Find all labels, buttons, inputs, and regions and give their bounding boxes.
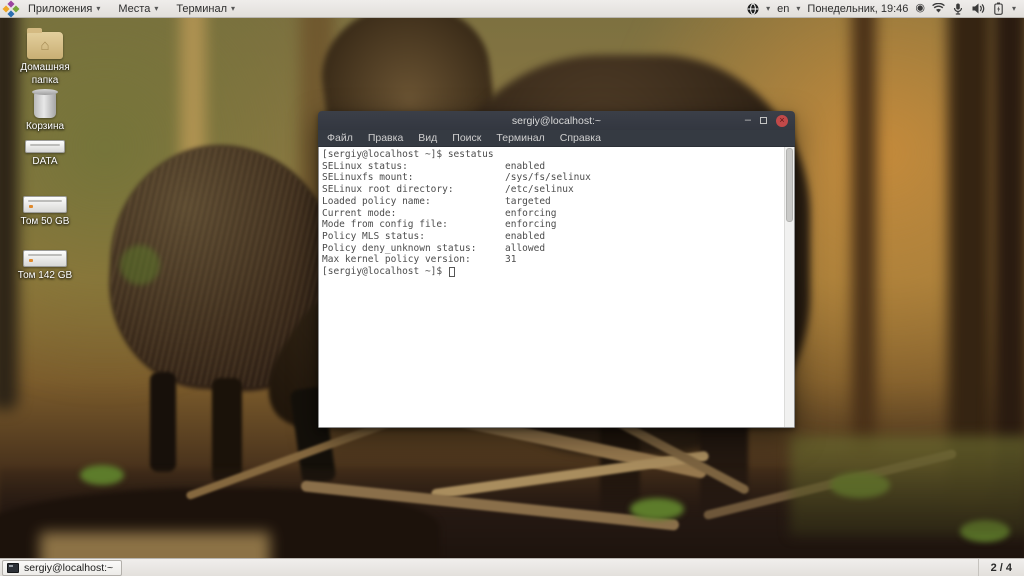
notification-target-icon[interactable]: ◉: [915, 3, 925, 14]
menu-file[interactable]: Файл: [327, 132, 353, 144]
terminal-menu[interactable]: Терминал ▾: [167, 0, 244, 17]
desktop-icon-trash[interactable]: Корзина: [9, 89, 81, 134]
centos-logo-icon: [2, 0, 20, 17]
window-controls: – ×: [745, 114, 795, 127]
window-title: sergiy@localhost:~: [511, 114, 602, 127]
close-button[interactable]: ×: [776, 114, 788, 127]
menu-search[interactable]: Поиск: [452, 132, 481, 144]
terminal-menu-label: Терминал: [176, 2, 227, 15]
grass-sprig: [630, 498, 684, 520]
microphone-icon[interactable]: [952, 2, 965, 15]
terminal-prompt: [sergiy@localhost ~]$: [322, 266, 448, 278]
desktop-icon-volume-142gb[interactable]: Том 142 GB: [9, 250, 81, 283]
house-glyph: ⌂: [40, 37, 50, 54]
grass-sprig: [120, 245, 160, 285]
drive-icon: [25, 140, 65, 153]
maximize-button[interactable]: [760, 117, 767, 124]
terminal-output: [sergiy@localhost ~]$ sestatus SELinux s…: [322, 149, 591, 266]
keyboard-layout-indicator[interactable]: en: [777, 3, 789, 15]
desktop-icon-home-folder[interactable]: ⌂ Домашняя папка: [9, 28, 81, 87]
desktop-icon-label: Домашняя папка: [20, 62, 70, 86]
trash-icon: [32, 89, 58, 118]
menu-edit[interactable]: Правка: [368, 132, 403, 144]
terminal-menubar: Файл Правка Вид Поиск Терминал Справка: [318, 130, 795, 147]
terminal-cursor: [448, 266, 455, 277]
clock[interactable]: Понедельник, 19:46: [807, 3, 908, 15]
chevron-down-icon[interactable]: ▾: [796, 4, 800, 13]
scrollbar-thumb[interactable]: [786, 148, 793, 222]
desktop-icon-label: Корзина: [25, 121, 65, 132]
places-menu[interactable]: Места ▾: [109, 0, 167, 17]
window-titlebar[interactable]: sergiy@localhost:~ – ×: [318, 111, 795, 130]
bottom-panel: sergiy@localhost:~ 2 / 4: [0, 558, 1024, 576]
places-menu-label: Места: [118, 2, 151, 15]
wifi-icon[interactable]: [932, 2, 945, 15]
grass-band: [790, 436, 1024, 536]
boar-left-leg: [150, 372, 176, 472]
workspace-switcher[interactable]: 2 / 4: [977, 559, 1024, 576]
drive-led: [29, 205, 33, 208]
terminal-content[interactable]: [sergiy@localhost ~]$ sestatus SELinux s…: [318, 147, 795, 428]
drive-led: [29, 259, 33, 262]
chevron-down-icon[interactable]: ▾: [766, 4, 770, 13]
taskbar-window-button[interactable]: sergiy@localhost:~: [2, 559, 123, 576]
terminal-window: sergiy@localhost:~ – × Файл Правка Вид П…: [318, 111, 795, 428]
desktop: Приложения ▾ Места ▾ Терминал ▾ ▾ en ▾ П…: [0, 0, 1024, 576]
menu-terminal[interactable]: Терминал: [496, 132, 544, 144]
workspace-indicator: 2 / 4: [990, 561, 1012, 574]
terminal-app-icon: [7, 562, 19, 573]
taskbar-window-label: sergiy@localhost:~: [24, 561, 114, 574]
drive-icon: [23, 250, 67, 267]
desktop-icon-volume-50gb[interactable]: Том 50 GB: [9, 196, 81, 229]
menu-help[interactable]: Справка: [560, 132, 601, 144]
desktop-icon-label: Том 50 GB: [20, 216, 70, 227]
chevron-down-icon[interactable]: ▾: [1012, 4, 1016, 13]
applications-menu-label: Приложения: [28, 2, 93, 15]
chevron-down-icon: ▾: [96, 3, 101, 13]
panel-tray: ▾ en ▾ Понедельник, 19:46 ◉ ▾: [746, 0, 1024, 17]
terminal-scrollbar[interactable]: [784, 147, 794, 427]
terminal-prompt-line: [sergiy@localhost ~]$: [322, 266, 784, 278]
chevron-down-icon: ▾: [154, 3, 159, 13]
panel-menu-bar: Приложения ▾ Места ▾ Терминал ▾: [0, 0, 244, 17]
chevron-down-icon: ▾: [230, 3, 235, 13]
grass-sprig: [80, 465, 124, 485]
minimize-button[interactable]: –: [745, 115, 751, 126]
applications-menu[interactable]: Приложения ▾: [19, 0, 109, 17]
tree-trunk: [852, 0, 876, 460]
volume-icon[interactable]: [972, 2, 985, 15]
desktop-icon-label: DATA: [32, 156, 58, 167]
drive-icon: [23, 196, 67, 213]
desktop-icon-label: Том 142 GB: [17, 270, 73, 281]
desktop-icon-data-drive[interactable]: DATA: [9, 140, 81, 169]
home-folder-icon: ⌂: [27, 28, 63, 59]
top-panel: Приложения ▾ Места ▾ Терминал ▾ ▾ en ▾ П…: [0, 0, 1024, 18]
menu-view[interactable]: Вид: [418, 132, 437, 144]
input-method-icon[interactable]: [746, 2, 759, 15]
terminal-text-area[interactable]: [sergiy@localhost ~]$ sestatus SELinux s…: [319, 147, 784, 427]
battery-icon[interactable]: [992, 2, 1005, 15]
